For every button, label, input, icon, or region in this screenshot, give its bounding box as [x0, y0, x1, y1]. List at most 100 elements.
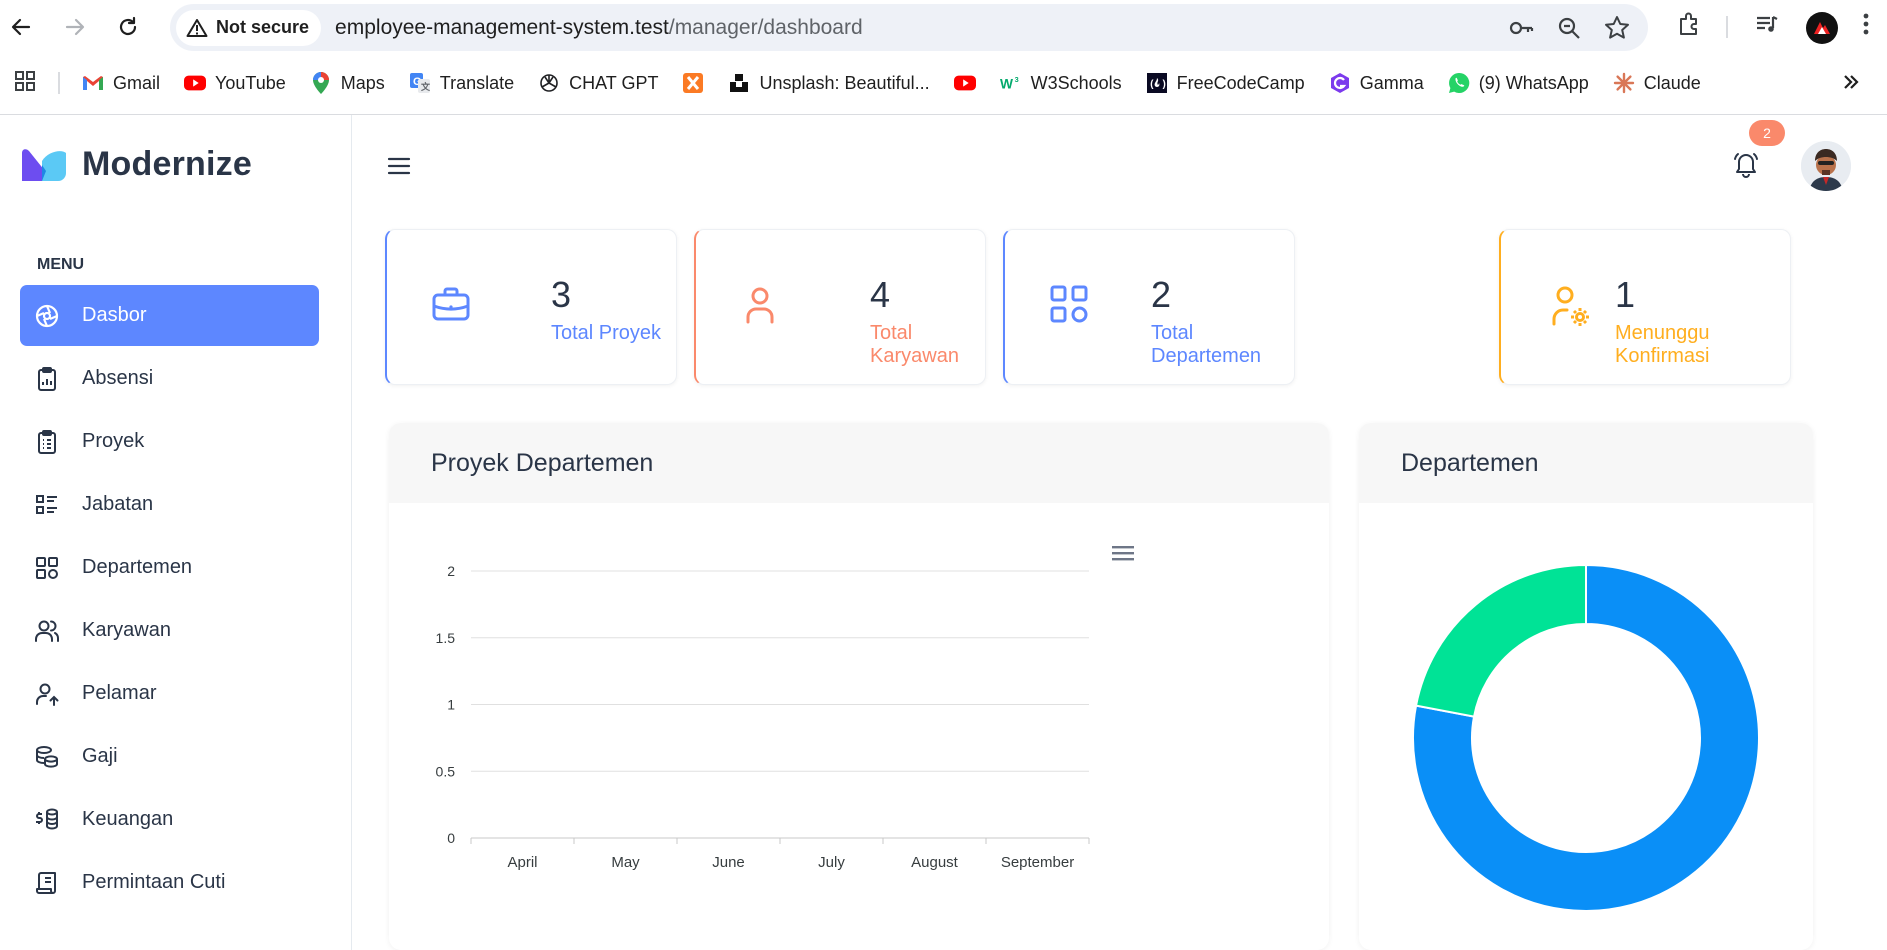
sidebar-item-departemen[interactable]: Departemen: [20, 537, 319, 598]
profile-avatar[interactable]: [1806, 12, 1838, 44]
sidebar-item-dasbor[interactable]: Dasbor: [20, 285, 319, 346]
receipt-icon: [34, 870, 60, 896]
department-card: Departemen: [1359, 423, 1813, 950]
youtube-icon: [184, 72, 207, 94]
security-chip[interactable]: Not secure: [176, 9, 322, 46]
sidebar-nav: Dasbor Absensi Proyek Jabatan Departemen Kary…: [20, 285, 319, 915]
whatsapp-icon: [1448, 72, 1470, 94]
bookmark-item[interactable]: Claude: [1613, 72, 1701, 94]
stat-card-employees[interactable]: 4 Total Karyawan: [694, 229, 986, 385]
category-icon: [1049, 284, 1089, 329]
y-tick-label: 0.5: [436, 763, 456, 779]
brand-logo[interactable]: Modernize: [20, 145, 252, 184]
bell-icon[interactable]: [1731, 149, 1761, 184]
sidebar-item-label: Permintaan Cuti: [82, 871, 226, 893]
sidebar-item-label: Absensi: [82, 367, 154, 389]
bookmark-item[interactable]: [682, 72, 704, 94]
sidebar-item-pelamar[interactable]: Pelamar: [20, 663, 319, 724]
reload-icon[interactable]: [115, 14, 141, 40]
stat-card-pending[interactable]: 1 Menunggu Konfirmasi: [1499, 229, 1791, 385]
sidebar-item-label: Keuangan: [82, 808, 174, 830]
chevron-more-icon[interactable]: [1840, 70, 1862, 99]
x-tick-label: April: [507, 854, 537, 871]
bookmarks-divider: [58, 72, 60, 94]
sidebar-item-label: Dasbor: [82, 304, 147, 326]
sidebar-item-jabatan[interactable]: Jabatan: [20, 474, 319, 535]
user-cog-icon: [1549, 284, 1591, 331]
bookmark-label: CHAT GPT: [569, 72, 659, 93]
chart-menu-line: [1112, 546, 1134, 549]
bookmark-list: Gmail YouTube Maps G 文 Translate CHAT GPT Unspl…: [82, 72, 1725, 94]
back-icon[interactable]: [8, 14, 34, 40]
url-path: /manager/dashboard: [668, 15, 863, 39]
sidebar-item-permintaan-cuti[interactable]: Permintaan Cuti: [20, 852, 319, 913]
svg-text:(: (: [1149, 79, 1155, 91]
sidebar-item-label: Karyawan: [82, 619, 171, 641]
bookmark-item[interactable]: Gamma: [1329, 72, 1424, 94]
gamma-icon: [1329, 72, 1351, 94]
chart-menu-line: [1112, 558, 1134, 561]
y-tick-label: 0: [447, 830, 455, 846]
sidebar-item-absensi[interactable]: Absensi: [20, 348, 319, 409]
url-text[interactable]: employee-management-system.test/manager/…: [335, 16, 863, 40]
password-key-icon[interactable]: [1508, 15, 1534, 41]
bookmark-label: FreeCodeCamp: [1176, 72, 1305, 93]
sidebar-item-proyek[interactable]: Proyek: [20, 411, 319, 472]
unsplash-icon: [728, 72, 750, 94]
stat-card-departments[interactable]: 2 Total Departemen: [1003, 229, 1295, 385]
logo-icon: [22, 148, 66, 181]
chart-menu-icon[interactable]: [1112, 546, 1134, 561]
chatgpt-icon: [538, 72, 560, 94]
menu-toggle-icon[interactable]: [387, 155, 411, 182]
bookmarks-bar: Gmail YouTube Maps G 文 Translate CHAT GPT Unspl…: [0, 62, 1887, 104]
sidebar: Modernize MENU Dasbor Absensi Proyek Jabata…: [0, 115, 352, 950]
bookmark-item[interactable]: Unsplash: Beautiful...: [728, 72, 930, 94]
bookmark-label: YouTube: [215, 72, 286, 93]
extensions-icon[interactable]: [1676, 11, 1702, 37]
browser-toolbar: Not secure employee-management-system.te…: [0, 0, 1887, 54]
claude-icon: [1613, 72, 1635, 94]
stat-label: Menunggu Konfirmasi: [1615, 322, 1710, 367]
zoom-icon[interactable]: [1556, 15, 1582, 41]
bookmark-label: Unsplash: Beautiful...: [759, 72, 930, 93]
users-icon: [34, 618, 60, 644]
user-avatar[interactable]: [1801, 141, 1851, 191]
bookmark-label: Gmail: [113, 72, 161, 93]
list-details-icon: [34, 492, 60, 518]
x-tick-label: September: [1001, 854, 1074, 871]
bookmark-item[interactable]: () FreeCodeCamp: [1146, 72, 1305, 94]
main-content: 2 3 Total Proyek 4 Total Karyawan 2 Tota…: [353, 115, 1887, 950]
bookmark-item[interactable]: (9) WhatsApp: [1448, 72, 1589, 94]
sidebar-item-karyawan[interactable]: Karyawan: [20, 600, 319, 661]
svg-text:): ): [1161, 79, 1167, 91]
x-tick-label: May: [611, 854, 640, 871]
bookmark-item[interactable]: W 3 W3Schools: [1000, 72, 1122, 94]
freecodecamp-icon: (): [1146, 72, 1168, 94]
address-bar[interactable]: Not secure employee-management-system.te…: [170, 4, 1648, 51]
bookmark-item[interactable]: G 文 Translate: [409, 72, 514, 94]
stat-card-projects[interactable]: 3 Total Proyek: [385, 229, 677, 385]
sidebar-item-gaji[interactable]: Gaji: [20, 726, 319, 787]
card-title: Departemen: [1359, 423, 1813, 503]
sidebar-item-keuangan[interactable]: Keuangan: [20, 789, 319, 850]
x-tick-label: August: [911, 854, 959, 871]
svg-text:3: 3: [1014, 75, 1018, 84]
svg-text:文: 文: [420, 81, 431, 92]
stat-value: 3: [551, 274, 572, 315]
donut-slice[interactable]: [1414, 563, 1587, 718]
security-label: Not secure: [216, 17, 310, 37]
bookmark-item[interactable]: [953, 72, 976, 94]
coins-icon: [34, 744, 60, 770]
bookmark-item[interactable]: CHAT GPT: [538, 72, 658, 94]
bookmark-label: Claude: [1643, 72, 1701, 93]
forward-icon[interactable]: [62, 14, 88, 40]
bookmark-item[interactable]: Gmail: [82, 72, 160, 94]
bookmark-item[interactable]: Maps: [310, 72, 385, 94]
bookmark-star-icon[interactable]: [1604, 15, 1630, 41]
bookmark-item[interactable]: YouTube: [184, 72, 286, 94]
media-control-icon[interactable]: [1754, 11, 1780, 37]
browser-menu-icon[interactable]: [1862, 11, 1870, 37]
stat-label: Total Proyek: [551, 322, 662, 344]
stat-value: 1: [1615, 274, 1636, 315]
apps-grid-icon[interactable]: [14, 70, 36, 97]
